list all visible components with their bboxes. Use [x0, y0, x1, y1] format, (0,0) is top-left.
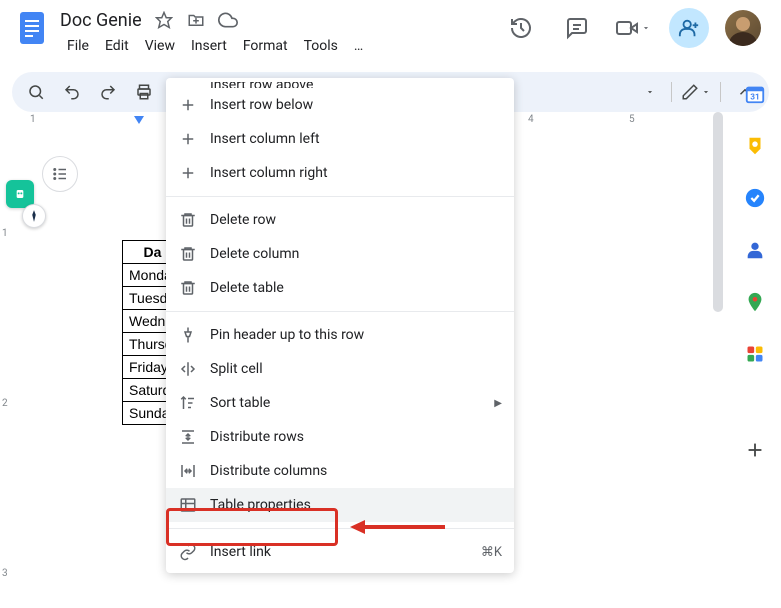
doc-title[interactable]: Doc Genie — [60, 10, 142, 31]
shortcut-label: ⌘K — [481, 545, 502, 560]
keep-icon[interactable] — [741, 132, 769, 160]
calendar-icon[interactable]: 31 — [741, 80, 769, 108]
ctx-insert-link[interactable]: Insert link ⌘K — [166, 535, 514, 569]
menubar: File Edit View Insert Format Tools … — [60, 34, 501, 58]
ctx-distribute-rows[interactable]: Distribute rows — [166, 420, 514, 454]
menu-separator — [166, 528, 514, 529]
ctx-item-label: Delete row — [210, 212, 502, 228]
ctx-insert-row-below[interactable]: Insert row below — [166, 88, 514, 122]
maps-icon[interactable] — [741, 288, 769, 316]
add-addon-icon[interactable] — [741, 436, 769, 464]
history-icon[interactable] — [501, 8, 541, 48]
ctx-insert-row-above[interactable]: Insert row above — [166, 82, 514, 88]
menu-separator — [166, 196, 514, 197]
menu-separator — [166, 311, 514, 312]
plus-icon — [178, 82, 198, 88]
split-icon — [178, 359, 198, 379]
menu-file[interactable]: File — [60, 34, 96, 58]
vertical-scrollbar[interactable] — [713, 112, 723, 592]
ctx-item-label: Delete column — [210, 246, 502, 262]
ctx-insert-column-right[interactable]: Insert column right — [166, 156, 514, 190]
meet-button[interactable] — [613, 8, 653, 48]
trash-icon — [178, 244, 198, 264]
ctx-item-label: Delete table — [210, 280, 502, 296]
menu-insert[interactable]: Insert — [184, 34, 234, 58]
docs-logo[interactable] — [12, 8, 52, 48]
plus-icon — [178, 95, 198, 115]
contacts-icon[interactable] — [741, 236, 769, 264]
menu-view[interactable]: View — [138, 34, 182, 58]
star-icon[interactable] — [154, 10, 174, 30]
ctx-item-label: Pin header up to this row — [210, 327, 502, 343]
trash-icon — [178, 278, 198, 298]
ctx-delete-row[interactable]: Delete row — [166, 203, 514, 237]
user-avatar[interactable] — [725, 10, 761, 46]
ctx-item-label: Insert column left — [210, 131, 502, 147]
ctx-item-label: Distribute rows — [210, 429, 502, 445]
ctx-item-label: Insert link — [210, 544, 481, 560]
ctx-delete-table[interactable]: Delete table — [166, 271, 514, 305]
sort-icon — [178, 393, 198, 413]
ctx-item-label: Insert row below — [210, 97, 502, 113]
share-button[interactable] — [669, 8, 709, 48]
app-header: Doc Genie File Edit View Insert Format T… — [0, 0, 781, 64]
plus-icon — [178, 163, 198, 183]
menu-tools[interactable]: Tools — [297, 34, 345, 58]
ctx-item-label: Split cell — [210, 361, 502, 377]
svg-text:31: 31 — [750, 93, 759, 103]
dist-rows-icon — [178, 427, 198, 447]
ctx-delete-column[interactable]: Delete column — [166, 237, 514, 271]
menu-edit[interactable]: Edit — [98, 34, 136, 58]
ctx-item-label: Sort table — [210, 395, 494, 411]
apps-icon[interactable] — [741, 340, 769, 368]
tasks-icon[interactable] — [741, 184, 769, 212]
menu-format[interactable]: Format — [236, 34, 295, 58]
side-panel: 31 — [729, 72, 781, 464]
vertical-ruler[interactable]: 1 2 3 — [0, 128, 14, 425]
ctx-pin-header-up-to-this-row[interactable]: Pin header up to this row — [166, 318, 514, 352]
undo-button[interactable] — [56, 76, 88, 108]
style-dropdown[interactable] — [637, 76, 663, 108]
menu-more[interactable]: … — [347, 34, 370, 58]
table-icon — [178, 495, 198, 515]
ctx-item-label: Insert column right — [210, 165, 502, 181]
ctx-table-properties[interactable]: Table properties — [166, 488, 514, 522]
plus-icon — [178, 129, 198, 149]
indent-marker[interactable] — [134, 116, 144, 124]
edit-mode-button[interactable] — [680, 76, 712, 108]
ctx-item-label: Table properties — [210, 497, 502, 513]
print-button[interactable] — [128, 76, 160, 108]
ctx-distribute-columns[interactable]: Distribute columns — [166, 454, 514, 488]
outline-toggle[interactable] — [42, 156, 78, 192]
pen-badge-icon[interactable] — [22, 204, 46, 228]
search-button[interactable] — [20, 76, 52, 108]
ctx-item-label: Distribute columns — [210, 463, 502, 479]
pin-icon — [178, 325, 198, 345]
cloud-status-icon[interactable] — [218, 10, 238, 30]
chevron-right-icon: ▶ — [494, 398, 502, 409]
move-icon[interactable] — [186, 10, 206, 30]
context-menu: Insert row above Insert row below Insert… — [166, 78, 514, 573]
redo-button[interactable] — [92, 76, 124, 108]
ctx-insert-column-left[interactable]: Insert column left — [166, 122, 514, 156]
ctx-split-cell[interactable]: Split cell — [166, 352, 514, 386]
comments-icon[interactable] — [557, 8, 597, 48]
trash-icon — [178, 210, 198, 230]
ctx-sort-table[interactable]: Sort table ▶ — [166, 386, 514, 420]
dist-cols-icon — [178, 461, 198, 481]
link-icon — [178, 542, 198, 562]
